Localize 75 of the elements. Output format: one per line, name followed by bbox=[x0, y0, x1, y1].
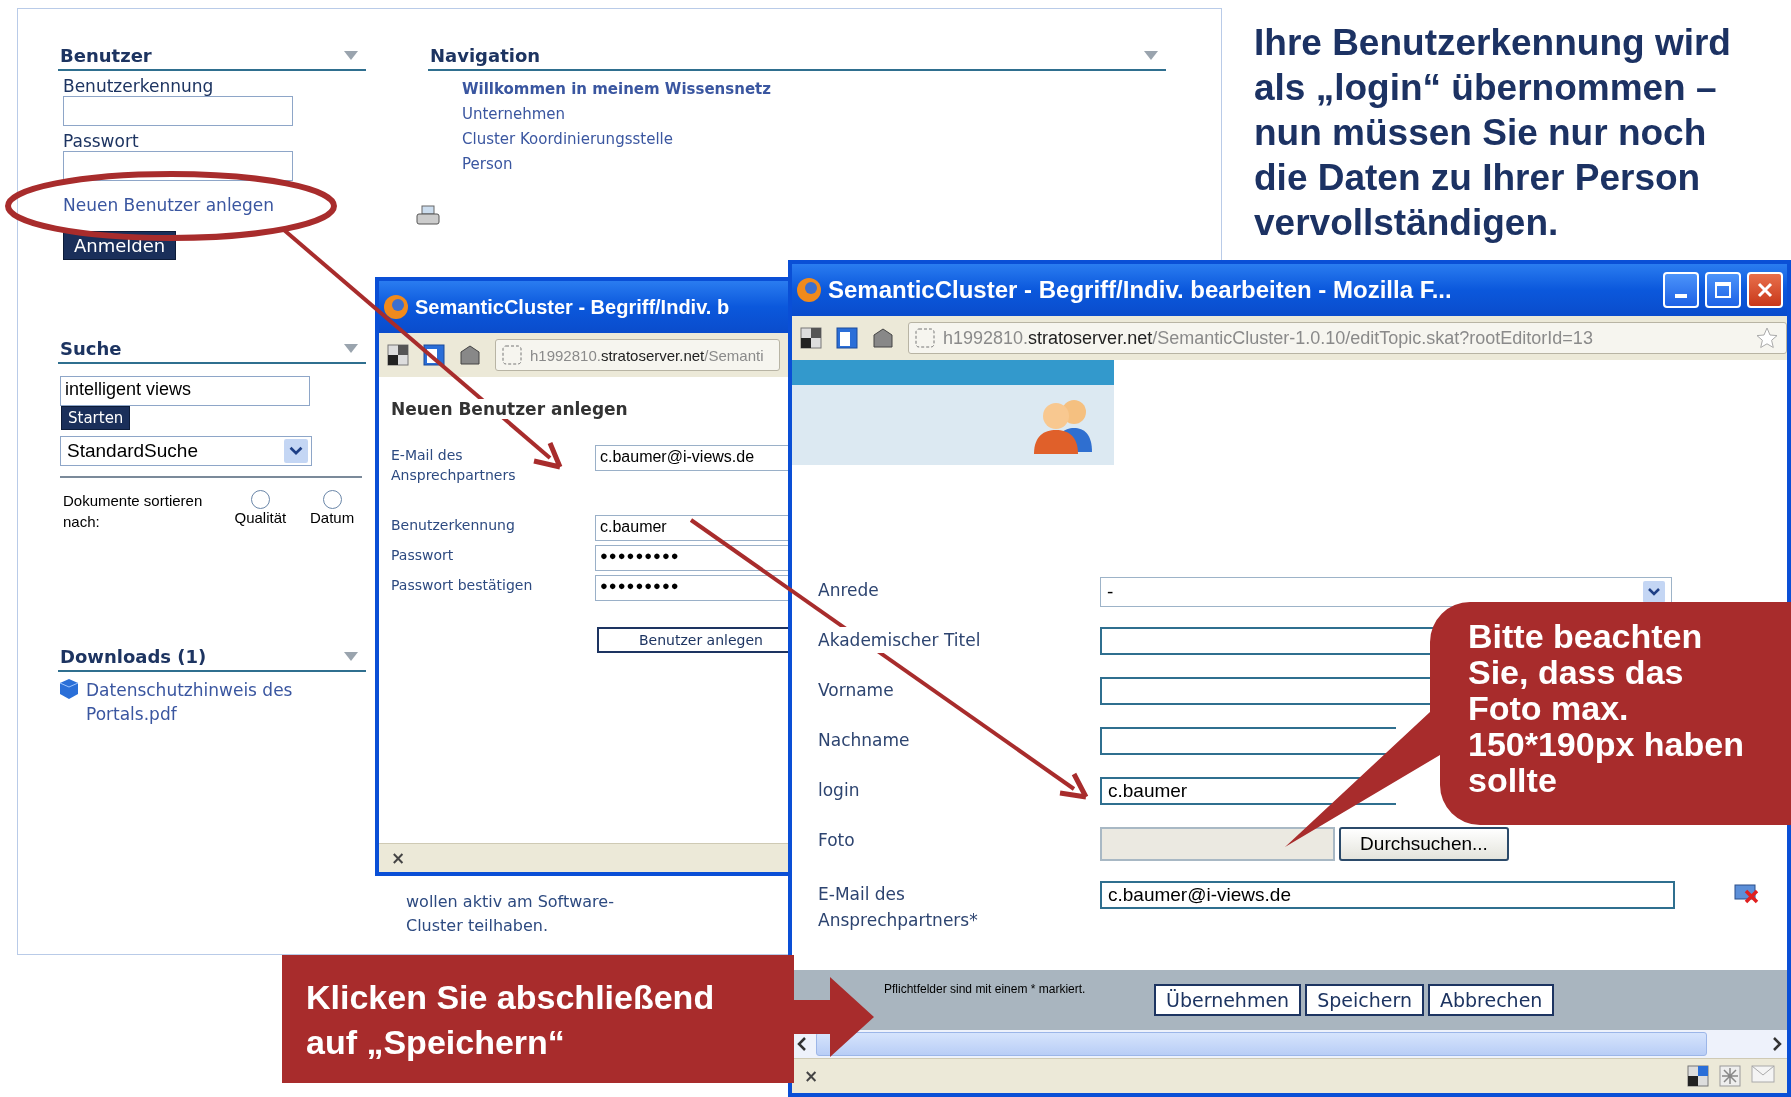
form-button[interactable]: Abbrechen bbox=[1427, 984, 1555, 1016]
sort-label: Dokumente sortieren nach: bbox=[63, 491, 204, 532]
password-field[interactable]: ●●●●●●●●● bbox=[595, 575, 788, 601]
form-button[interactable]: Speichern bbox=[1305, 984, 1424, 1016]
close-icon bbox=[1756, 281, 1774, 299]
nav-link[interactable]: Cluster Koordinierungsstelle bbox=[462, 129, 673, 150]
horizontal-scrollbar[interactable] bbox=[792, 1030, 1787, 1058]
file-path-field[interactable] bbox=[1100, 827, 1335, 861]
section-title: Navigation bbox=[430, 44, 541, 66]
minimize-button[interactable] bbox=[1663, 272, 1699, 308]
start-button[interactable]: Starten bbox=[61, 406, 131, 430]
radio-button[interactable] bbox=[322, 490, 342, 509]
close-status-text[interactable]: × bbox=[391, 848, 406, 868]
nav-link[interactable]: Unternehmen bbox=[462, 104, 566, 125]
field-label: Passwort bbox=[63, 131, 140, 151]
form-button[interactable]: Übernehmen bbox=[1154, 984, 1302, 1016]
field-label: Akademischer Titel bbox=[818, 627, 981, 653]
snowflake-icon[interactable] bbox=[1719, 1065, 1741, 1087]
register-link[interactable]: Neuen Benutzer anlegen bbox=[63, 195, 366, 215]
search-field[interactable]: intelligent views bbox=[60, 376, 310, 406]
nav-link[interactable]: Willkommen in meinem Wissensnetz bbox=[462, 79, 771, 100]
nav-link[interactable]: Person bbox=[462, 154, 513, 175]
required-note: Pflichtfelder sind mit einem * markiert. bbox=[884, 982, 1087, 996]
input-field[interactable]: c.baumer@i-views.de bbox=[1100, 881, 1675, 909]
maximize-button[interactable] bbox=[1705, 272, 1741, 308]
star-icon[interactable] bbox=[1755, 326, 1779, 350]
radio-label: Qualität bbox=[234, 509, 287, 526]
globe-icon bbox=[796, 277, 822, 303]
box-icon[interactable] bbox=[872, 327, 894, 349]
dashed-square-icon bbox=[502, 345, 522, 365]
url-text: h1992810.stratoserver.net/Semanti bbox=[530, 346, 764, 364]
close-status-text[interactable]: × bbox=[804, 1066, 819, 1086]
section-title: Benutzer bbox=[60, 44, 152, 66]
callout-box: Klicken Sie abschließend auf „Speichern“ bbox=[282, 955, 794, 1083]
maximize-icon bbox=[1714, 281, 1732, 299]
dashed-square-icon bbox=[915, 328, 935, 348]
grid-icon[interactable] bbox=[387, 344, 409, 366]
field-label: Benutzerkennung bbox=[63, 76, 215, 96]
field-label: Benutzerkennung bbox=[391, 516, 516, 535]
input-field[interactable] bbox=[1100, 727, 1396, 755]
input-field[interactable] bbox=[63, 96, 293, 126]
address-bar[interactable]: h1992810.stratoserver.net/SemanticCluster-1.0.10/editTopic.skat?rootEditorId=13 bbox=[908, 322, 1787, 354]
url-text: h1992810.stratoserver.net/SemanticCluster-1.0.10/editTopic.skat?rootEditorId=13 bbox=[943, 327, 1593, 349]
field-label: Passwort bestätigen bbox=[391, 576, 534, 595]
select-field[interactable]: StandardSuche bbox=[60, 436, 312, 466]
content-text: wollen aktiv am Software-Cluster teilhaben. bbox=[406, 891, 615, 937]
callout-text: Bitte beachten Sie, dass das Foto max. 150*190px haben sollte bbox=[1468, 618, 1745, 798]
minimize-icon bbox=[1675, 294, 1687, 298]
close-button[interactable] bbox=[1747, 272, 1783, 308]
delete-icon[interactable] bbox=[1734, 883, 1760, 905]
globe-icon bbox=[383, 294, 409, 320]
field-label: Passwort bbox=[391, 546, 455, 565]
address-bar[interactable]: h1992810.stratoserver.net/Semanti bbox=[495, 339, 780, 371]
radio-label: Datum bbox=[310, 509, 355, 526]
instruction-text: Ihre Benutzerkennung wird als „login“ übernommen – nun müssen Sie nur noch die Daten zu Ihrer Person vervollständigen. bbox=[1254, 21, 1732, 245]
field-label: E-Mail des Ansprechpartners bbox=[391, 446, 517, 485]
input-field[interactable]: c.baumer@i-views.de bbox=[595, 445, 788, 471]
input-field[interactable]: c.baumer bbox=[595, 515, 788, 541]
window-title: SemanticCluster - Begriff/Indiv. b bbox=[415, 295, 731, 319]
window-title: SemanticCluster - Begriff/Indiv. bearbeiten - Mozilla F... bbox=[828, 276, 1453, 304]
input-field[interactable] bbox=[1100, 627, 1434, 655]
grid-icon[interactable] bbox=[800, 327, 822, 349]
password-field[interactable]: ●●●●●●●●● bbox=[595, 545, 788, 571]
box-icon[interactable] bbox=[459, 344, 481, 366]
section-title: Downloads (1) bbox=[60, 645, 207, 667]
window-icon[interactable] bbox=[836, 327, 858, 349]
printer-icon[interactable] bbox=[416, 205, 440, 227]
browse-button[interactable]: Durchsuchen... bbox=[1339, 827, 1509, 861]
download-link[interactable]: Datenschutzhinweis des Portals.pdf bbox=[86, 678, 336, 726]
create-user-button[interactable]: Benutzer anlegen bbox=[597, 627, 788, 653]
grid-icon[interactable] bbox=[1687, 1065, 1709, 1087]
form-heading: Neuen Benutzer anlegen bbox=[391, 399, 628, 419]
radio-button[interactable] bbox=[250, 490, 270, 509]
section-title: Suche bbox=[60, 337, 122, 359]
cube-icon bbox=[58, 678, 80, 700]
